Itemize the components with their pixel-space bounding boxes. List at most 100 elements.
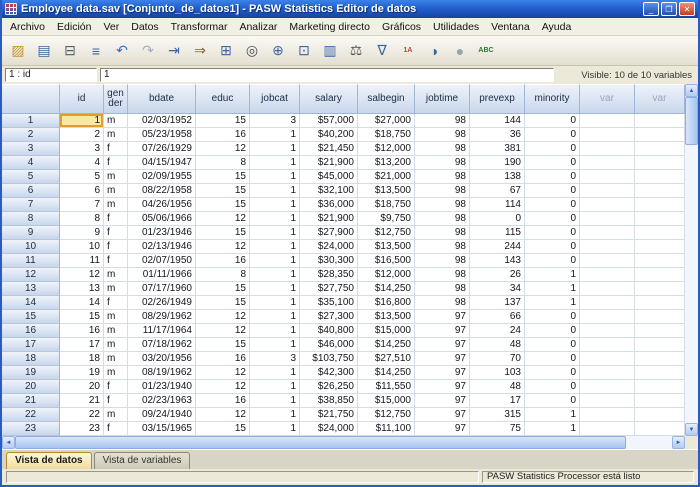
cell[interactable]: 15 bbox=[196, 282, 250, 296]
cell[interactable]: m bbox=[104, 114, 128, 128]
scroll-right-icon[interactable]: ► bbox=[672, 436, 685, 449]
cell[interactable]: 8 bbox=[60, 212, 104, 226]
cell[interactable]: $36,000 bbox=[300, 198, 358, 212]
cell[interactable]: 12 bbox=[60, 268, 104, 282]
column-header-jobtime[interactable]: jobtime bbox=[415, 84, 470, 114]
cell[interactable] bbox=[635, 114, 685, 128]
row-header[interactable]: 9 bbox=[2, 226, 60, 240]
cell[interactable] bbox=[635, 254, 685, 268]
row-header[interactable]: 22 bbox=[2, 408, 60, 422]
cell[interactable] bbox=[580, 296, 635, 310]
cell[interactable]: 15 bbox=[196, 296, 250, 310]
cell[interactable]: 08/22/1958 bbox=[128, 184, 196, 198]
cell[interactable]: 04/26/1956 bbox=[128, 198, 196, 212]
menu-gráficos[interactable]: Gráficos bbox=[376, 19, 427, 35]
row-header[interactable]: 19 bbox=[2, 366, 60, 380]
cell[interactable]: $13,500 bbox=[358, 240, 415, 254]
cell[interactable] bbox=[635, 268, 685, 282]
tab-vista-de-variables[interactable]: Vista de variables bbox=[94, 452, 191, 469]
vscroll-track[interactable] bbox=[685, 97, 698, 423]
cell[interactable] bbox=[635, 184, 685, 198]
cell[interactable]: 97 bbox=[415, 422, 470, 436]
cell[interactable]: 20 bbox=[60, 380, 104, 394]
cell[interactable]: 02/26/1949 bbox=[128, 296, 196, 310]
cell[interactable]: 103 bbox=[470, 366, 525, 380]
cell[interactable]: 98 bbox=[415, 282, 470, 296]
cell[interactable]: 22 bbox=[60, 408, 104, 422]
cell[interactable]: f bbox=[104, 422, 128, 436]
cell[interactable]: $12,000 bbox=[358, 142, 415, 156]
row-header[interactable]: 23 bbox=[2, 422, 60, 436]
cell[interactable]: 190 bbox=[470, 156, 525, 170]
select-cases-icon[interactable]: ∇ bbox=[370, 39, 394, 63]
cell[interactable]: $42,300 bbox=[300, 366, 358, 380]
cell[interactable]: $18,750 bbox=[358, 128, 415, 142]
cell[interactable]: 98 bbox=[415, 254, 470, 268]
cell[interactable] bbox=[635, 408, 685, 422]
recall-dialogs-icon[interactable]: ≡ bbox=[84, 39, 108, 63]
cell[interactable]: 7 bbox=[60, 198, 104, 212]
find-icon[interactable]: ◎ bbox=[240, 39, 264, 63]
cell[interactable]: 1 bbox=[250, 408, 300, 422]
cell[interactable] bbox=[635, 212, 685, 226]
column-header-minority[interactable]: minority bbox=[525, 84, 580, 114]
column-header-salbegin[interactable]: salbegin bbox=[358, 84, 415, 114]
cell[interactable]: 9 bbox=[60, 226, 104, 240]
cell[interactable]: $14,250 bbox=[358, 338, 415, 352]
row-header[interactable]: 10 bbox=[2, 240, 60, 254]
cell[interactable] bbox=[580, 212, 635, 226]
cell[interactable]: 98 bbox=[415, 128, 470, 142]
variables-icon[interactable]: ⊞ bbox=[214, 39, 238, 63]
cell[interactable] bbox=[580, 184, 635, 198]
value-labels-icon[interactable]: 1A bbox=[396, 39, 420, 63]
cell[interactable]: 1 bbox=[525, 422, 580, 436]
cell[interactable] bbox=[635, 338, 685, 352]
tab-vista-de-datos[interactable]: Vista de datos bbox=[6, 452, 92, 469]
cell[interactable]: $16,800 bbox=[358, 296, 415, 310]
menu-analizar[interactable]: Analizar bbox=[233, 19, 283, 35]
cell[interactable]: $18,750 bbox=[358, 198, 415, 212]
cell[interactable]: 98 bbox=[415, 198, 470, 212]
cell[interactable]: $12,750 bbox=[358, 226, 415, 240]
scroll-up-icon[interactable]: ▲ bbox=[685, 84, 698, 97]
column-header-educ[interactable]: educ bbox=[196, 84, 250, 114]
cell[interactable]: f bbox=[104, 380, 128, 394]
cell[interactable]: 67 bbox=[470, 184, 525, 198]
horizontal-scrollbar[interactable]: ◄ ► bbox=[2, 436, 685, 449]
row-header[interactable]: 8 bbox=[2, 212, 60, 226]
row-header[interactable]: 14 bbox=[2, 296, 60, 310]
cell[interactable]: $57,000 bbox=[300, 114, 358, 128]
cell[interactable] bbox=[580, 170, 635, 184]
cell[interactable]: 09/24/1940 bbox=[128, 408, 196, 422]
cell[interactable]: $27,510 bbox=[358, 352, 415, 366]
cell[interactable]: f bbox=[104, 156, 128, 170]
cell[interactable] bbox=[580, 128, 635, 142]
row-header[interactable]: 5 bbox=[2, 170, 60, 184]
cell[interactable]: $21,000 bbox=[358, 170, 415, 184]
cell[interactable]: $16,500 bbox=[358, 254, 415, 268]
cell[interactable]: 1 bbox=[250, 324, 300, 338]
cell[interactable]: 12 bbox=[196, 142, 250, 156]
cell[interactable]: 02/23/1963 bbox=[128, 394, 196, 408]
cell[interactable]: 16 bbox=[196, 394, 250, 408]
row-header[interactable]: 21 bbox=[2, 394, 60, 408]
cell[interactable]: 03/15/1965 bbox=[128, 422, 196, 436]
scroll-down-icon[interactable]: ▼ bbox=[685, 423, 698, 436]
row-header[interactable]: 1 bbox=[2, 114, 60, 128]
row-header[interactable]: 15 bbox=[2, 310, 60, 324]
cell[interactable]: 2 bbox=[60, 128, 104, 142]
menu-transformar[interactable]: Transformar bbox=[165, 19, 234, 35]
cell[interactable]: 15 bbox=[196, 198, 250, 212]
menu-ver[interactable]: Ver bbox=[97, 19, 125, 35]
cell[interactable]: $24,000 bbox=[300, 422, 358, 436]
cell[interactable]: 0 bbox=[525, 184, 580, 198]
cell[interactable] bbox=[580, 310, 635, 324]
selected-cell[interactable]: 1 bbox=[60, 114, 104, 128]
cell[interactable]: $30,300 bbox=[300, 254, 358, 268]
cell[interactable]: 97 bbox=[415, 366, 470, 380]
row-header[interactable]: 4 bbox=[2, 156, 60, 170]
cell[interactable]: 97 bbox=[415, 352, 470, 366]
menu-marketing-directo[interactable]: Marketing directo bbox=[283, 19, 376, 35]
column-header-prevexp[interactable]: prevexp bbox=[470, 84, 525, 114]
cell[interactable]: f bbox=[104, 226, 128, 240]
